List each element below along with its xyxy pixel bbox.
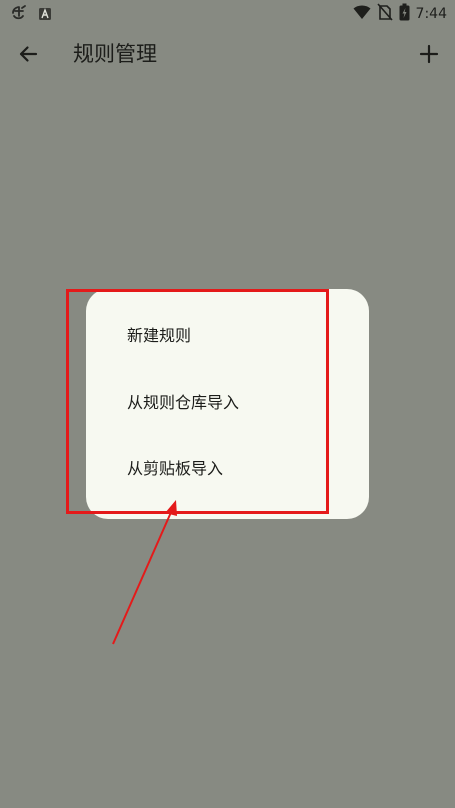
back-button[interactable] bbox=[10, 36, 46, 72]
popup-menu: 新建规则 从规则仓库导入 从剪贴板导入 bbox=[86, 289, 369, 519]
status-bar-right: 7:44 bbox=[353, 3, 447, 25]
app-bar: 规则管理 bbox=[0, 26, 455, 82]
menu-item-import-from-clipboard[interactable]: 从剪贴板导入 bbox=[86, 437, 369, 497]
status-time: 7:44 bbox=[415, 6, 447, 22]
screen: 7:44 规则管理 新建规则 从规则仓库导入 从剪贴板导入 bbox=[0, 0, 455, 808]
wifi-icon bbox=[353, 4, 371, 24]
a-badge-icon bbox=[38, 6, 52, 25]
app-notification-icon bbox=[10, 4, 28, 26]
menu-item-import-from-repo[interactable]: 从规则仓库导入 bbox=[86, 371, 369, 431]
add-rule-button[interactable] bbox=[411, 36, 447, 72]
plus-icon bbox=[419, 44, 439, 64]
status-bar-left bbox=[10, 4, 52, 26]
arrow-left-icon bbox=[19, 46, 38, 62]
menu-item-new-rule[interactable]: 新建规则 bbox=[86, 304, 369, 364]
battery-icon bbox=[399, 3, 410, 25]
no-sim-icon bbox=[376, 3, 393, 25]
page-title: 规则管理 bbox=[73, 42, 157, 66]
status-bar: 7:44 bbox=[0, 0, 455, 26]
